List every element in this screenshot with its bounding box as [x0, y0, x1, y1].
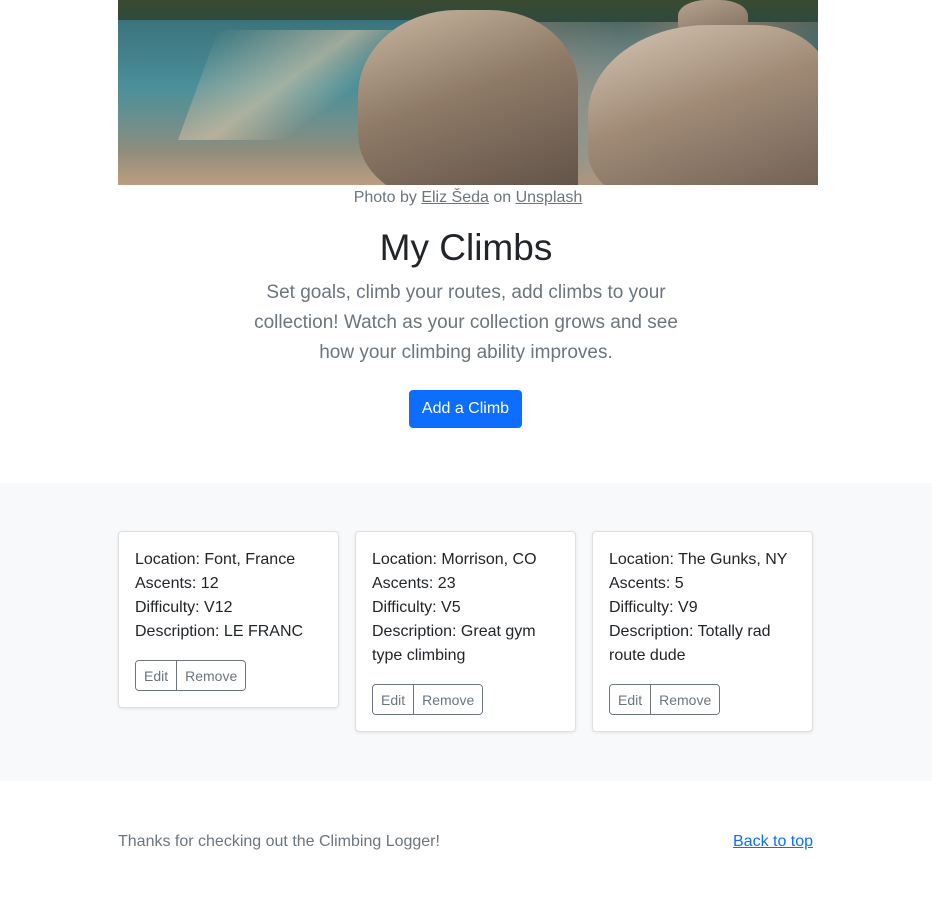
climbs-album: Location: Font, France Ascents: 12 Diffi…	[0, 483, 932, 781]
hero-rock	[358, 10, 578, 185]
remove-button[interactable]: Remove	[413, 685, 483, 714]
page-title: My Climbs	[379, 227, 553, 268]
climb-description: Description: LE FRANC	[135, 623, 304, 640]
climb-difficulty: Difficulty: V12	[135, 599, 233, 616]
card-actions: Edit Remove	[135, 660, 247, 691]
climb-difficulty: Difficulty: V9	[609, 599, 698, 616]
hero-image	[118, 0, 818, 185]
climb-location: Location: The Gunks, NY	[609, 551, 788, 568]
back-to-top-link[interactable]: Back to top	[733, 831, 813, 853]
edit-button[interactable]: Edit	[610, 685, 651, 714]
hero-rock	[588, 25, 818, 185]
remove-button[interactable]: Remove	[650, 685, 720, 714]
footer-text: Thanks for checking out the Climbing Log…	[118, 833, 440, 850]
climb-card: Location: Morrison, CO Ascents: 23 Diffi…	[355, 531, 576, 732]
card-actions: Edit Remove	[372, 684, 484, 715]
climb-ascents: Ascents: 23	[372, 575, 456, 592]
edit-button[interactable]: Edit	[136, 661, 177, 690]
remove-button[interactable]: Remove	[176, 661, 246, 690]
photo-credit-prefix: Photo by	[353, 189, 422, 206]
climb-card: Location: The Gunks, NY Ascents: 5 Diffi…	[592, 531, 813, 732]
lead-text: Set goals, climb your routes, add climbs…	[254, 282, 678, 363]
climb-description: Description: Great gym type climbing	[372, 623, 536, 664]
climb-ascents: Ascents: 5	[609, 575, 684, 592]
climb-location: Location: Morrison, CO	[372, 551, 537, 568]
photo-credit: Photo by Eliz Šeda on Unsplash	[118, 187, 818, 209]
climb-description: Description: Totally rad route dude	[609, 623, 771, 664]
edit-button[interactable]: Edit	[373, 685, 414, 714]
card-actions: Edit Remove	[609, 684, 721, 715]
climb-difficulty: Difficulty: V5	[372, 599, 461, 616]
climb-ascents: Ascents: 12	[135, 575, 219, 592]
photo-credit-middle: on	[488, 189, 516, 206]
add-climb-button[interactable]: Add a Climb	[409, 390, 522, 428]
unsplash-link[interactable]: Unsplash	[516, 189, 583, 206]
climb-location: Location: Font, France	[135, 551, 296, 568]
photo-author-link[interactable]: Eliz Šeda	[421, 189, 489, 206]
climb-card: Location: Font, France Ascents: 12 Diffi…	[118, 531, 339, 708]
